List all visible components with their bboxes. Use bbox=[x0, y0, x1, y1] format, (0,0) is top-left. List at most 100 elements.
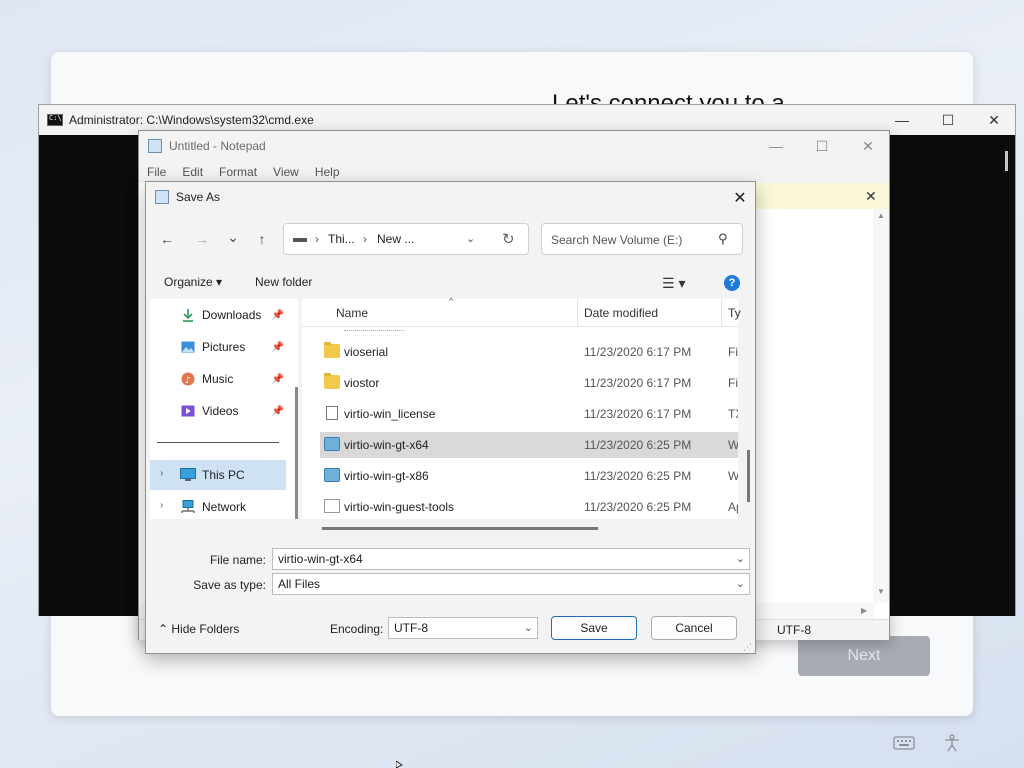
status-encoding: UTF-8 bbox=[777, 623, 811, 637]
dialog-command-bar: Organize ▾ New folder ☰ ▾ ? bbox=[146, 267, 755, 299]
file-name: virtio-win_license bbox=[344, 407, 436, 421]
cmd-maximize-button[interactable]: ☐ bbox=[925, 105, 971, 135]
file-row[interactable]: vioserial 11/23/2020 6:17 PM Fi bbox=[320, 339, 738, 365]
installer-package-icon bbox=[324, 468, 340, 482]
menu-view[interactable]: View bbox=[269, 161, 303, 183]
pc-icon bbox=[180, 467, 196, 483]
expand-chevron-icon[interactable]: › bbox=[160, 500, 163, 511]
file-date: 11/23/2020 6:25 PM bbox=[584, 438, 692, 452]
notepad-titlebar[interactable]: Untitled - Notepad — ☐ ✕ bbox=[139, 131, 889, 161]
keyboard-icon[interactable] bbox=[893, 735, 915, 751]
forward-arrow-icon[interactable]: → bbox=[192, 229, 212, 249]
file-list-vertical-scrollbar[interactable] bbox=[747, 450, 750, 502]
breadcrumb-new-volume[interactable]: New ... bbox=[377, 232, 414, 246]
nav-scrollbar[interactable] bbox=[295, 387, 298, 519]
dialog-titlebar[interactable]: Save As ✕ bbox=[146, 182, 755, 212]
application-icon bbox=[324, 499, 340, 513]
notepad-menubar: File Edit Format View Help bbox=[139, 161, 889, 183]
filename-field[interactable]: virtio-win-gt-x64 ⌄ bbox=[272, 548, 750, 570]
scroll-right-icon[interactable]: ▶ bbox=[861, 606, 867, 615]
file-row[interactable]: virtio-win-gt-x86 11/23/2020 6:25 PM W bbox=[320, 463, 738, 489]
nav-item-this-pc[interactable]: › This PC bbox=[150, 460, 286, 490]
view-options-icon[interactable]: ☰ ▾ bbox=[662, 275, 685, 292]
scroll-up-icon[interactable]: ▲ bbox=[877, 211, 885, 220]
breadcrumb-this-pc[interactable]: Thi... bbox=[328, 232, 355, 246]
address-bar[interactable]: › Thi... › New ... ⌄ ↻ bbox=[283, 223, 529, 255]
save-as-dialog[interactable]: Save As ✕ ← → ⌄ ↑ › Thi... › New ... ⌄ ↻… bbox=[145, 181, 756, 654]
column-header: ^ Name Date modified Ty bbox=[302, 296, 741, 327]
pin-icon: 📌 bbox=[271, 341, 284, 353]
notepad-vertical-scrollbar[interactable]: ▲ ▼ bbox=[873, 209, 889, 603]
nav-item-videos[interactable]: Videos 📌 bbox=[150, 396, 286, 426]
videos-icon bbox=[180, 403, 196, 419]
notepad-app-icon bbox=[148, 139, 162, 153]
cmd-scrollbar[interactable] bbox=[1005, 151, 1008, 171]
file-row[interactable]: viostor 11/23/2020 6:17 PM Fi bbox=[320, 370, 738, 396]
save-type-select[interactable]: All Files ⌄ bbox=[272, 573, 750, 595]
hide-folders-button[interactable]: ⌃ Hide Folders bbox=[158, 622, 239, 636]
file-list[interactable]: ^ Name Date modified Ty vioserial 11/23/… bbox=[302, 296, 741, 520]
file-type: W bbox=[728, 438, 738, 452]
nav-item-network[interactable]: › Network bbox=[150, 492, 286, 522]
nav-item-downloads[interactable]: Downloads 📌 bbox=[150, 300, 286, 330]
cancel-button[interactable]: Cancel bbox=[651, 616, 737, 640]
search-icon[interactable]: ⚲ bbox=[718, 231, 728, 247]
save-button[interactable]: Save bbox=[551, 616, 637, 640]
nav-item-pictures[interactable]: Pictures 📌 bbox=[150, 332, 286, 362]
up-arrow-icon[interactable]: ↑ bbox=[252, 229, 272, 249]
breadcrumb-separator[interactable]: › bbox=[315, 232, 319, 246]
menu-edit[interactable]: Edit bbox=[178, 161, 207, 183]
recent-locations-chevron-icon[interactable]: ⌄ bbox=[223, 227, 243, 247]
menu-format[interactable]: Format bbox=[215, 161, 261, 183]
back-arrow-icon[interactable]: ← bbox=[157, 229, 177, 249]
filename-value[interactable]: virtio-win-gt-x64 bbox=[278, 552, 363, 566]
file-type: Fi bbox=[728, 345, 738, 359]
resize-grip-icon[interactable]: ⋰ bbox=[743, 642, 752, 653]
nav-item-label: Music bbox=[202, 372, 234, 386]
new-folder-button[interactable]: New folder bbox=[255, 275, 312, 289]
organize-menu-button[interactable]: Organize ▾ bbox=[164, 275, 222, 289]
expand-chevron-icon[interactable]: › bbox=[160, 468, 163, 479]
cmd-close-button[interactable]: ✕ bbox=[971, 105, 1017, 135]
refresh-icon[interactable]: ↻ bbox=[502, 230, 515, 248]
chevron-down-icon[interactable]: ⌄ bbox=[736, 577, 745, 590]
scroll-down-icon[interactable]: ▼ bbox=[877, 587, 885, 596]
file-list-horizontal-scrollbar[interactable] bbox=[322, 527, 598, 530]
file-row-selected[interactable]: virtio-win-gt-x64 11/23/2020 6:25 PM W bbox=[320, 432, 738, 458]
column-type[interactable]: Ty bbox=[728, 306, 741, 320]
notepad-minimize-button[interactable]: — bbox=[753, 131, 799, 161]
network-icon bbox=[180, 499, 196, 515]
navigation-pane[interactable]: Downloads 📌 Pictures 📌 ♪ Music 📌 Videos … bbox=[150, 299, 298, 519]
file-date: 11/23/2020 6:25 PM bbox=[584, 469, 692, 483]
encoding-select[interactable]: UTF-8 ⌄ bbox=[388, 617, 538, 639]
installer-package-icon bbox=[324, 437, 340, 451]
folder-icon bbox=[324, 373, 340, 389]
pictures-icon bbox=[180, 339, 196, 355]
notepad-close-button[interactable]: ✕ bbox=[845, 131, 891, 161]
dialog-close-button[interactable]: ✕ bbox=[732, 188, 748, 208]
menu-file[interactable]: File bbox=[143, 161, 170, 183]
chevron-down-icon[interactable]: ⌄ bbox=[736, 552, 745, 565]
notice-close-icon[interactable]: ✕ bbox=[865, 188, 879, 204]
chevron-down-icon[interactable]: ⌄ bbox=[524, 621, 533, 634]
file-name: virtio-win-gt-x64 bbox=[344, 438, 429, 452]
file-row[interactable]: virtio-win_license 11/23/2020 6:17 PM TX bbox=[320, 401, 738, 427]
help-icon[interactable]: ? bbox=[724, 275, 740, 291]
notepad-maximize-button[interactable]: ☐ bbox=[799, 131, 845, 161]
dialog-title: Save As bbox=[176, 190, 221, 204]
filename-label: File name: bbox=[209, 553, 266, 567]
search-input[interactable]: Search New Volume (E:) ⚲ bbox=[541, 223, 743, 255]
column-divider[interactable] bbox=[577, 299, 578, 327]
address-dropdown-icon[interactable]: ⌄ bbox=[466, 232, 475, 245]
music-icon: ♪ bbox=[180, 371, 196, 387]
file-row[interactable]: virtio-win-guest-tools 11/23/2020 6:25 P… bbox=[320, 494, 738, 520]
next-button[interactable]: Next bbox=[798, 636, 930, 676]
nav-item-music[interactable]: ♪ Music 📌 bbox=[150, 364, 286, 394]
menu-help[interactable]: Help bbox=[311, 161, 344, 183]
accessibility-icon[interactable] bbox=[942, 733, 962, 753]
sort-ascending-icon: ^ bbox=[449, 296, 454, 306]
breadcrumb-separator[interactable]: › bbox=[363, 232, 367, 246]
column-date-modified[interactable]: Date modified bbox=[584, 306, 658, 320]
column-name[interactable]: Name bbox=[336, 306, 368, 320]
column-divider[interactable] bbox=[721, 299, 722, 327]
